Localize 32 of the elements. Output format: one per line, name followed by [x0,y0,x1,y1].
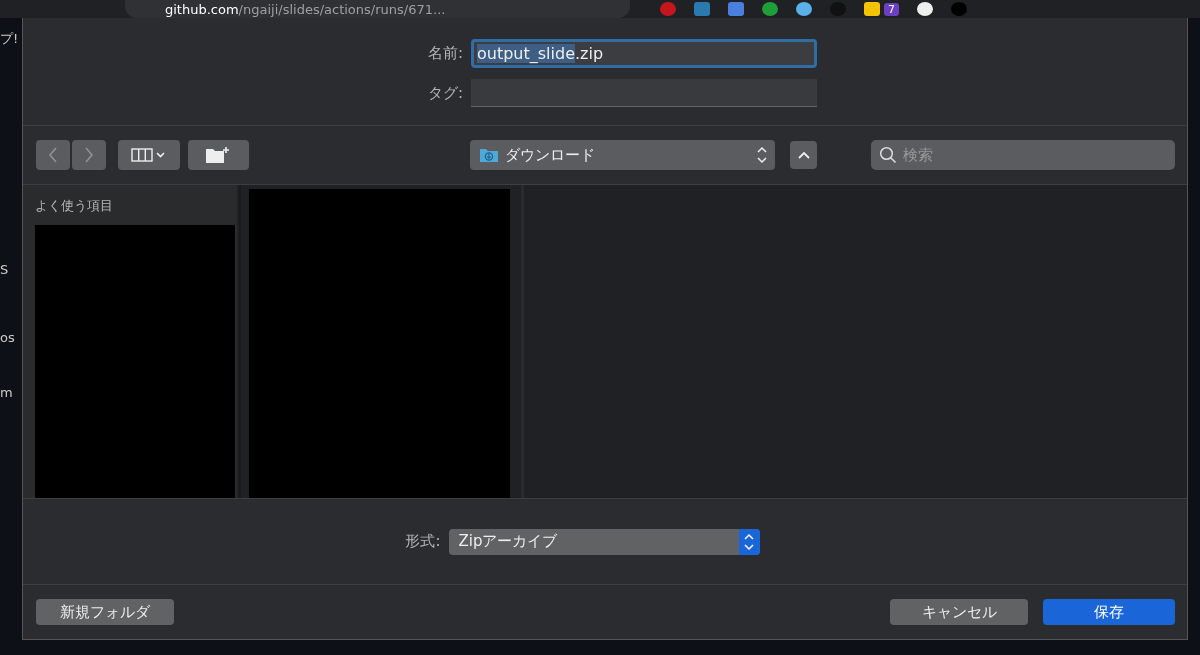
extension-badge: 7 [884,2,899,16]
cancel-button[interactable]: キャンセル [890,599,1028,625]
address-bar[interactable]: github.com/ngaiji/slides/actions/runs/671... [125,0,630,18]
up-down-arrows-icon [757,146,768,164]
expand-button[interactable] [790,141,817,169]
page-text-fragment: S [0,262,10,277]
save-button[interactable]: 保存 [1043,599,1175,625]
search-field[interactable]: 検索 [871,140,1175,170]
name-label: 名前: [426,44,463,63]
tags-label: タグ: [426,83,463,103]
tags-field[interactable] [471,79,817,107]
new-folder-text-button[interactable]: 新規フォルダ [36,599,174,625]
format-label: 形式: [404,532,441,551]
location-popup[interactable]: ダウンロード [470,140,776,170]
chevron-up-icon [797,151,810,159]
columns-view-icon [131,148,153,162]
new-folder-button[interactable] [187,140,250,170]
format-popup[interactable]: Zipアーカイブ [448,528,760,555]
chevron-down-icon [156,152,165,158]
page-text-fragment: プ! [0,30,20,48]
avatar-icon[interactable] [951,2,967,16]
chevron-right-icon [84,147,94,163]
page-text-fragment: os [0,330,16,345]
download-folder-icon [479,147,500,163]
chevron-left-icon [48,147,58,163]
name-field[interactable]: output_slide.zip [471,39,817,68]
page-text-fragment: m [0,385,14,400]
view-options-button[interactable] [118,140,180,170]
search-icon [879,146,897,164]
sidebar-heading: よく使う項目 [35,197,114,215]
up-down-arrows-icon [744,532,754,551]
folder-plus-icon [205,146,232,164]
